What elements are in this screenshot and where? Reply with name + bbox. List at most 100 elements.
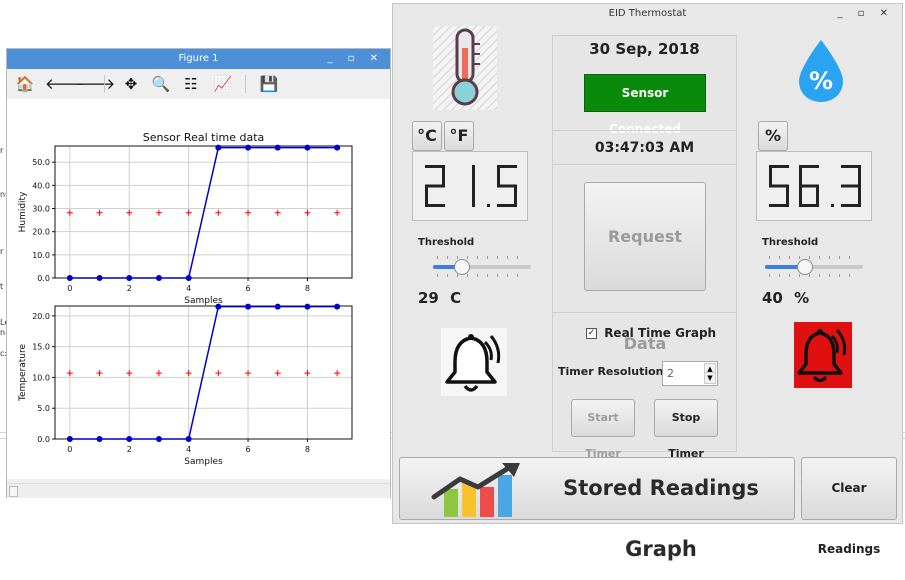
- lcd-digit: [425, 165, 445, 207]
- thermostat-window-controls[interactable]: _ ▫ ✕: [837, 4, 894, 24]
- x-tick-label: 2: [127, 445, 132, 454]
- slider-ticks: [437, 256, 527, 259]
- thermostat-window: EID Thermostat _ ▫ ✕ °C °F Threshold 29 …: [392, 3, 903, 561]
- x-tick-label: 2: [127, 284, 132, 293]
- slider-handle[interactable]: [454, 259, 470, 275]
- home-icon[interactable]: 🏠: [15, 74, 35, 94]
- lcd-segment: [841, 204, 861, 207]
- x-axis-label: Samples: [184, 457, 223, 467]
- thermostat-title: EID Thermostat: [608, 8, 687, 19]
- start-timer-button[interactable]: Start Timer: [571, 399, 635, 460]
- y-axis-label: Temperature: [18, 344, 28, 402]
- x-tick-label: 8: [305, 284, 310, 293]
- y-tick-label: 20.0: [32, 312, 50, 321]
- temperature-display: [412, 151, 528, 221]
- lcd-segment: [442, 165, 445, 186]
- x-tick-label: 6: [246, 445, 251, 454]
- threshold-marker: [274, 370, 281, 377]
- humidity-display: [756, 151, 872, 221]
- x-tick-label: 0: [67, 445, 72, 454]
- data-point: [96, 436, 103, 442]
- save-icon[interactable]: 💾: [259, 74, 279, 94]
- stored-readings-graph-label: Stored Readings Graph: [563, 476, 759, 561]
- threshold-marker: [304, 370, 311, 377]
- sensor-status-badge: Sensor Connected: [584, 74, 706, 136]
- realtime-graph-checkbox[interactable]: ✓ Real Time Graph: [586, 326, 716, 340]
- timer-resolution-spinbox[interactable]: 2 ▲ ▼: [662, 361, 718, 386]
- timer-resolution-value: 2: [667, 367, 674, 380]
- y-tick-label: 50.0: [32, 158, 50, 167]
- y-tick-label: 20.0: [32, 228, 50, 237]
- data-point: [304, 303, 311, 310]
- threshold-number: 40: [762, 289, 783, 307]
- zoom-icon[interactable]: 🔍: [151, 74, 171, 94]
- threshold-marker: [334, 209, 341, 216]
- data-point: [274, 303, 281, 310]
- bell-alarm-icon[interactable]: [441, 328, 507, 396]
- request-data-button[interactable]: Request Data: [584, 182, 706, 353]
- data-point: [66, 275, 73, 281]
- stored-readings-graph-button[interactable]: Stored Readings Graph: [399, 457, 795, 561]
- percent-button[interactable]: %: [758, 121, 788, 151]
- lcd-digit: [472, 165, 475, 207]
- lcd-digit: [841, 165, 861, 207]
- lcd-segment: [514, 186, 517, 207]
- spin-down-icon[interactable]: ▼: [704, 372, 716, 384]
- threshold-marker: [334, 370, 341, 377]
- toolbar-separator: [245, 75, 246, 93]
- data-point: [245, 144, 252, 151]
- statusbar-widget[interactable]: [9, 486, 18, 497]
- forward-arrow-icon[interactable]: 🡒: [75, 74, 115, 94]
- lcd-digit: [497, 165, 517, 207]
- drop-percent-label: %: [809, 67, 833, 95]
- x-tick-label: 8: [305, 445, 310, 454]
- temperature-lcd: [425, 165, 517, 207]
- back-arrow-icon[interactable]: 🡐: [45, 74, 85, 94]
- lcd-digit: [769, 165, 789, 207]
- temperature-threshold-slider[interactable]: [433, 256, 531, 277]
- subplots-config-icon[interactable]: ☷: [181, 74, 201, 94]
- temperature-threshold-label: Threshold: [418, 237, 475, 248]
- lcd-segment: [769, 204, 789, 207]
- stop-timer-button[interactable]: Stop Timer: [654, 399, 718, 460]
- figure-titlebar[interactable]: Figure 1 _ ▫ ✕: [7, 49, 390, 69]
- edit-axes-icon[interactable]: 📈: [213, 74, 233, 94]
- lcd-segment: [425, 204, 445, 207]
- x-tick-label: 4: [186, 284, 191, 293]
- background-text-fragment: r: [0, 146, 4, 155]
- humidity-threshold-value: 40 %: [762, 289, 809, 307]
- data-point: [155, 436, 162, 442]
- y-tick-label: 15.0: [32, 343, 50, 352]
- timer-resolution-label: Timer Resolution: [558, 365, 664, 378]
- clear-readings-button[interactable]: Clear Readings: [801, 457, 897, 556]
- celsius-button[interactable]: °C: [412, 121, 442, 151]
- threshold-marker: [304, 209, 311, 216]
- lcd-segment: [769, 165, 772, 186]
- data-point: [66, 436, 73, 442]
- plot-canvas[interactable]: Sensor Real time data 0 2 4 6 8 0.0 10.0 20.0 30.…: [7, 99, 390, 479]
- figure-statusbar: [7, 483, 390, 498]
- data-point: [274, 144, 281, 151]
- threshold-marker: [274, 209, 281, 216]
- lcd-decimal-point: [487, 204, 490, 207]
- figure-window-controls[interactable]: _ ▫ ✕: [327, 49, 384, 69]
- pan-icon[interactable]: ✥: [121, 74, 141, 94]
- threshold-marker: [126, 209, 133, 216]
- series-line: [69, 305, 338, 440]
- x-tick-label: 0: [67, 284, 72, 293]
- slider-handle[interactable]: [797, 259, 813, 275]
- data-point: [126, 275, 133, 281]
- lcd-segment: [858, 165, 861, 186]
- toolbar-separator: [104, 75, 105, 93]
- humidity-threshold-slider[interactable]: [765, 256, 863, 277]
- lcd-segment: [799, 186, 802, 207]
- lcd-decimal-point: [831, 204, 834, 207]
- data-point: [185, 436, 192, 442]
- temperature-threshold-value: 29 C: [418, 289, 461, 307]
- lcd-segment: [858, 186, 861, 207]
- checkbox-box[interactable]: ✓: [586, 328, 597, 339]
- data-point: [334, 303, 341, 310]
- data-point: [96, 275, 103, 281]
- bell-alarm-active-icon[interactable]: [794, 322, 852, 388]
- fahrenheit-button[interactable]: °F: [444, 121, 474, 151]
